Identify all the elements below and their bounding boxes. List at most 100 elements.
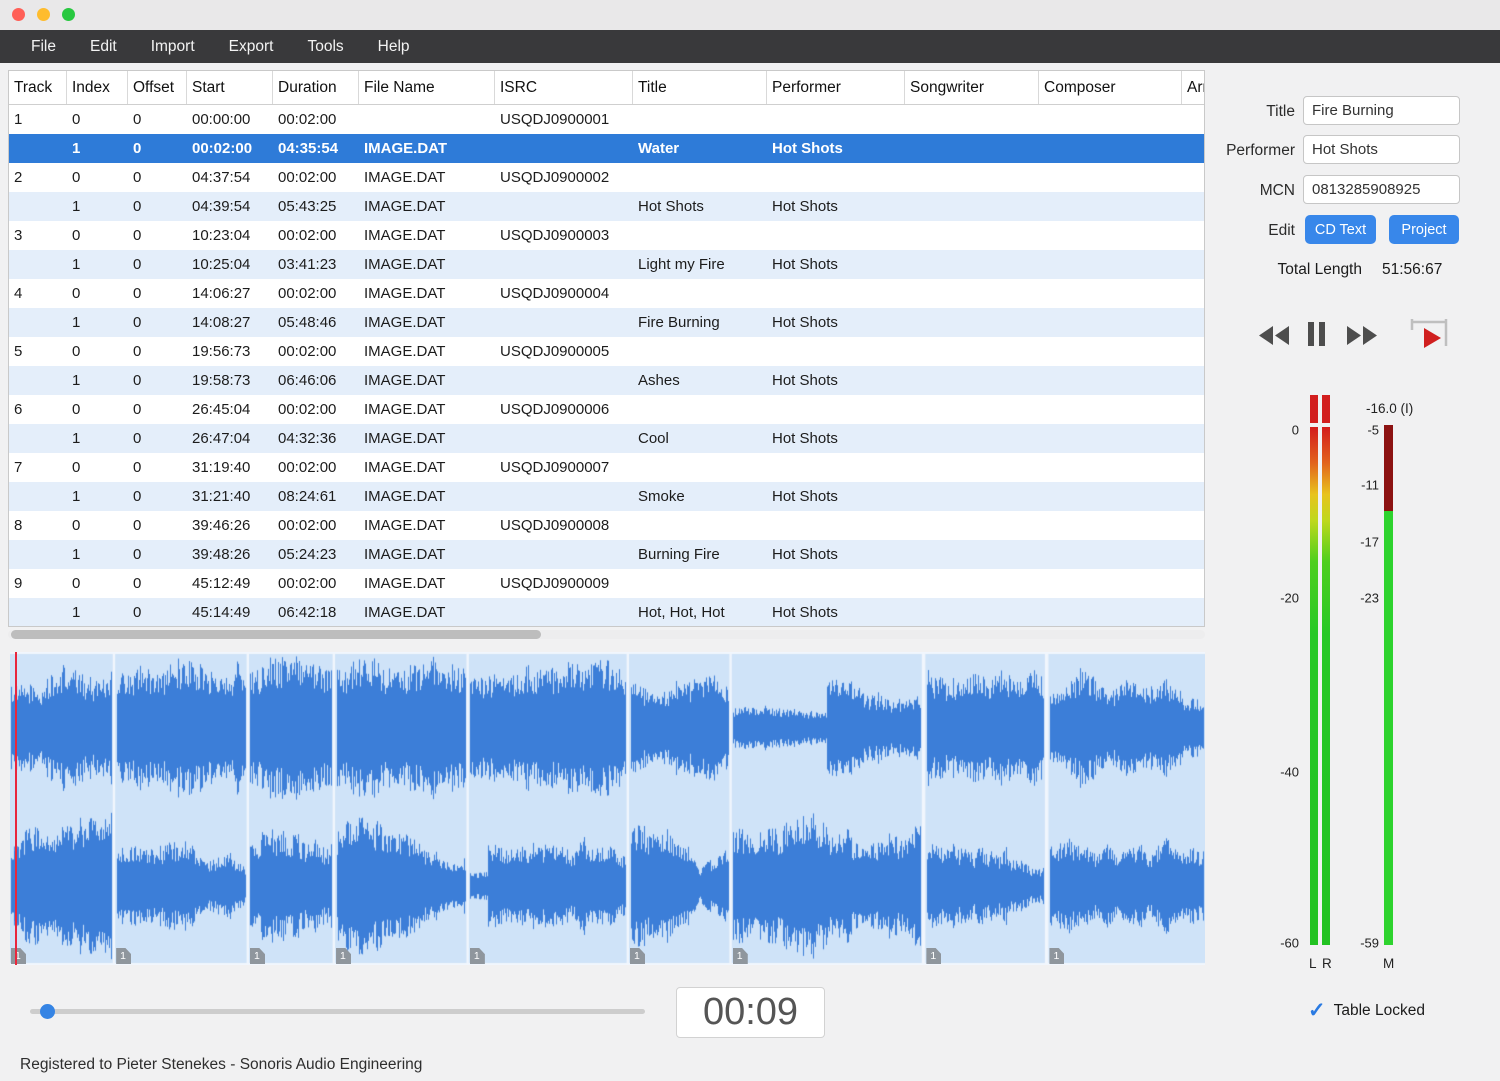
cell-isrc: USQDJ0900002 [495, 163, 633, 192]
menu-item-edit[interactable]: Edit [73, 38, 134, 56]
menu-item-file[interactable]: File [14, 38, 73, 56]
menu-item-import[interactable]: Import [134, 38, 212, 56]
table-row[interactable]: 1026:47:0404:32:36IMAGE.DATCoolHot Shots [9, 424, 1204, 453]
column-header-offset[interactable]: Offset [128, 71, 187, 104]
cell-songwriter [905, 482, 1039, 511]
column-header-track[interactable]: Track [9, 71, 67, 104]
cell-index: 1 [67, 308, 128, 337]
table-row[interactable]: 40014:06:2700:02:00IMAGE.DATUSQDJ0900004 [9, 279, 1204, 308]
column-header-duration[interactable]: Duration [273, 71, 359, 104]
table-row[interactable]: 1004:39:5405:43:25IMAGE.DATHot ShotsHot … [9, 192, 1204, 221]
column-header-arr[interactable]: Arr [1182, 71, 1204, 104]
table-row[interactable]: 1010:25:0403:41:23IMAGE.DATLight my Fire… [9, 250, 1204, 279]
cell-performer [767, 453, 905, 482]
cell-index: 0 [67, 453, 128, 482]
horizontal-scrollbar[interactable] [8, 630, 1205, 639]
table-header: TrackIndexOffsetStartDurationFile NameIS… [9, 71, 1204, 105]
position-slider[interactable] [30, 1009, 645, 1014]
minimize-button[interactable] [37, 8, 50, 21]
right-channel-label: R [1322, 956, 1332, 971]
cell-performer [767, 163, 905, 192]
zoom-button[interactable] [62, 8, 75, 21]
cell-composer [1039, 598, 1182, 627]
rewind-button[interactable] [1256, 324, 1292, 347]
title-input[interactable] [1303, 96, 1460, 125]
cell-duration: 06:42:18 [273, 598, 359, 627]
table-row[interactable]: 1031:21:4008:24:61IMAGE.DATSmokeHot Shot… [9, 482, 1204, 511]
cell-isrc: USQDJ0900005 [495, 337, 633, 366]
app-window: FileEditImportExportToolsHelp TrackIndex… [0, 0, 1500, 1081]
cell-index: 0 [67, 337, 128, 366]
cell-duration: 08:24:61 [273, 482, 359, 511]
table-locked-checkbox[interactable]: ✓ Table Locked [1308, 1001, 1425, 1021]
column-header-file-name[interactable]: File Name [359, 71, 495, 104]
fast-forward-button[interactable] [1344, 324, 1380, 347]
column-header-title[interactable]: Title [633, 71, 767, 104]
table-row[interactable]: 80039:46:2600:02:00IMAGE.DATUSQDJ0900008 [9, 511, 1204, 540]
waveform-display[interactable]: 111111111 [10, 652, 1205, 965]
table-row[interactable]: 50019:56:7300:02:00IMAGE.DATUSQDJ0900005 [9, 337, 1204, 366]
cell-arranger [1182, 192, 1204, 221]
table-row[interactable]: 20004:37:5400:02:00IMAGE.DATUSQDJ0900002 [9, 163, 1204, 192]
table-row[interactable]: 30010:23:0400:02:00IMAGE.DATUSQDJ0900003 [9, 221, 1204, 250]
cell-arranger [1182, 337, 1204, 366]
table-row[interactable]: 1045:14:4906:42:18IMAGE.DATHot, Hot, Hot… [9, 598, 1204, 627]
table-row[interactable]: 1000:02:0004:35:54IMAGE.DATWaterHot Shot… [9, 134, 1204, 163]
play-from-marker-icon [1408, 340, 1450, 355]
position-slider-handle[interactable] [40, 1004, 55, 1019]
status-bar-text: Registered to Pieter Stenekes - Sonoris … [20, 1056, 422, 1074]
column-header-performer[interactable]: Performer [767, 71, 905, 104]
table-row[interactable]: 1019:58:7306:46:06IMAGE.DATAshesHot Shot… [9, 366, 1204, 395]
table-row[interactable]: 10000:00:0000:02:00USQDJ0900001 [9, 105, 1204, 134]
cell-isrc [495, 540, 633, 569]
cell-title: Fire Burning [633, 308, 767, 337]
column-header-composer[interactable]: Composer [1039, 71, 1182, 104]
play-from-marker-button[interactable] [1408, 316, 1450, 352]
cell-arranger [1182, 250, 1204, 279]
cell-performer: Hot Shots [767, 192, 905, 221]
project-button[interactable]: Project [1389, 215, 1459, 244]
cell-performer [767, 511, 905, 540]
checkmark-icon: ✓ [1308, 1001, 1326, 1021]
edit-label: Edit [1207, 222, 1295, 240]
column-header-isrc[interactable]: ISRC [495, 71, 633, 104]
cell-performer: Hot Shots [767, 366, 905, 395]
cell-songwriter [905, 511, 1039, 540]
cell-isrc [495, 308, 633, 337]
table-row[interactable]: 1014:08:2705:48:46IMAGE.DATFire BurningH… [9, 308, 1204, 337]
table-row[interactable]: 90045:12:4900:02:00IMAGE.DATUSQDJ0900009 [9, 569, 1204, 598]
menu-item-export[interactable]: Export [212, 38, 291, 56]
cell-start: 31:19:40 [187, 453, 273, 482]
cell-title [633, 337, 767, 366]
menu-bar: FileEditImportExportToolsHelp [0, 30, 1500, 63]
close-button[interactable] [12, 8, 25, 21]
cell-composer [1039, 540, 1182, 569]
performer-input[interactable] [1303, 135, 1460, 164]
cell-index: 0 [67, 163, 128, 192]
pause-button[interactable] [1306, 320, 1327, 348]
cell-start: 39:48:26 [187, 540, 273, 569]
cell-track [9, 250, 67, 279]
cd-text-button[interactable]: CD Text [1305, 215, 1376, 244]
cell-offset: 0 [128, 105, 187, 134]
left-level-meter [1310, 427, 1318, 945]
menu-item-tools[interactable]: Tools [290, 38, 360, 56]
column-header-start[interactable]: Start [187, 71, 273, 104]
playhead[interactable] [15, 652, 17, 965]
column-header-index[interactable]: Index [67, 71, 128, 104]
waveform-canvas[interactable] [10, 652, 1205, 965]
menu-item-help[interactable]: Help [361, 38, 427, 56]
cell-performer: Hot Shots [767, 598, 905, 627]
column-header-songwriter[interactable]: Songwriter [905, 71, 1039, 104]
cell-arranger [1182, 366, 1204, 395]
table-row[interactable]: 60026:45:0400:02:00IMAGE.DATUSQDJ0900006 [9, 395, 1204, 424]
cell-composer [1039, 105, 1182, 134]
right-level-meter [1322, 427, 1330, 945]
mcn-input[interactable] [1303, 175, 1460, 204]
horizontal-scrollbar-thumb[interactable] [11, 630, 541, 639]
cell-duration: 03:41:23 [273, 250, 359, 279]
table-row[interactable]: 70031:19:4000:02:00IMAGE.DATUSQDJ0900007 [9, 453, 1204, 482]
cell-index: 0 [67, 221, 128, 250]
cell-index: 1 [67, 482, 128, 511]
table-row[interactable]: 1039:48:2605:24:23IMAGE.DATBurning FireH… [9, 540, 1204, 569]
